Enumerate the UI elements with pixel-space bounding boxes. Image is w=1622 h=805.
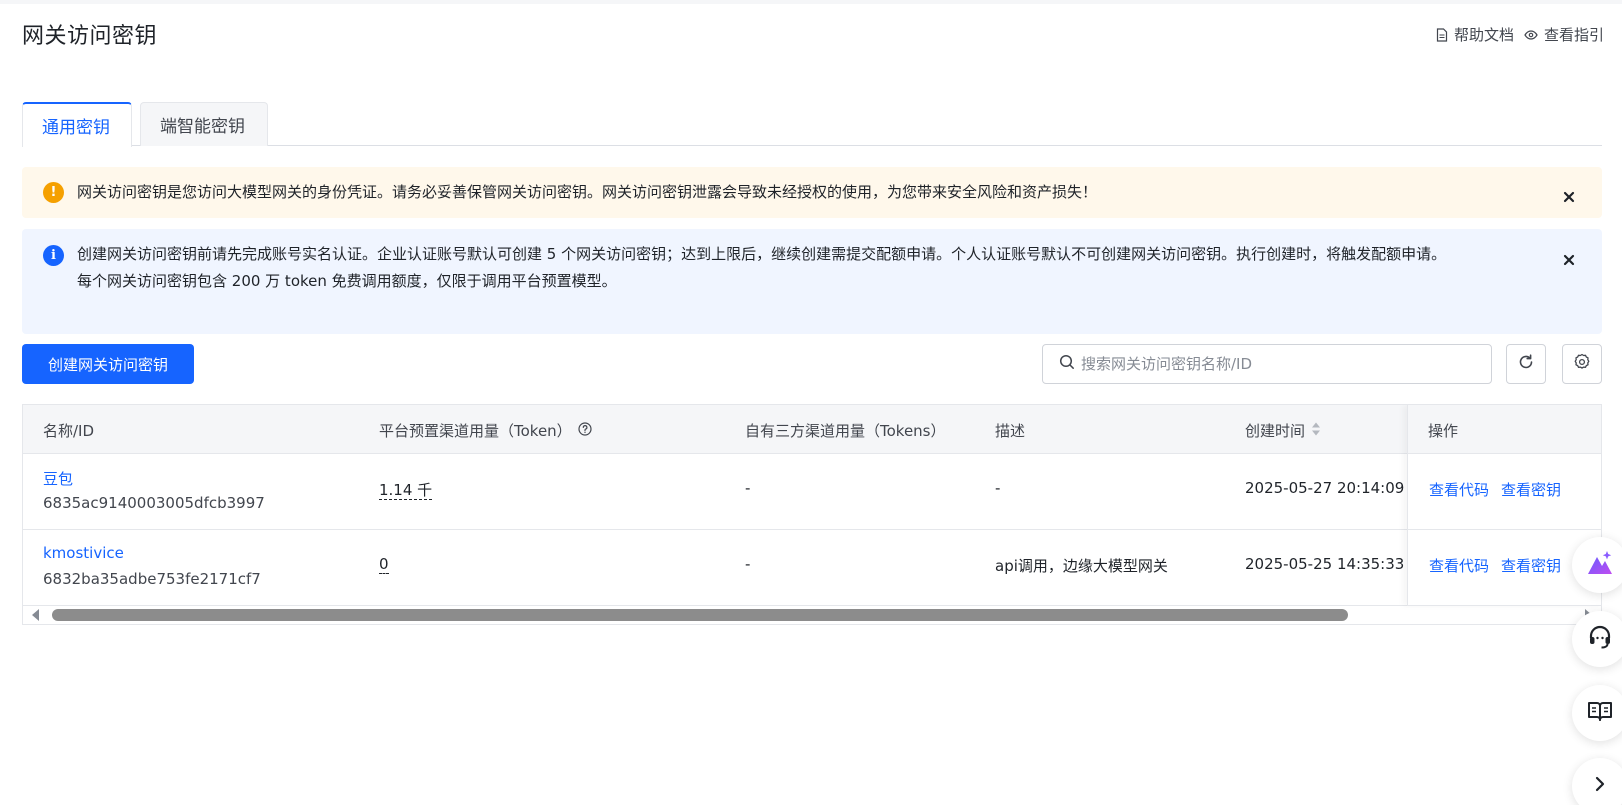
- column-header-third-party-usage: 自有三方渠道用量（Tokens）: [745, 420, 946, 441]
- settings-button[interactable]: [1562, 344, 1602, 384]
- row-key-id: 6835ac9140003005dfcb3997: [43, 494, 265, 512]
- column-header-name: 名称/ID: [43, 420, 94, 441]
- actions-column-shadow: 操作: [1407, 405, 1601, 606]
- tab-edge-ai-keys[interactable]: 端智能密钥: [140, 102, 268, 146]
- column-actions-label: 操作: [1428, 422, 1459, 440]
- book-icon: [1587, 700, 1613, 726]
- headset-icon: [1587, 624, 1613, 654]
- refresh-icon: [1517, 353, 1535, 375]
- tab-general-keys[interactable]: 通用密钥: [22, 102, 132, 147]
- keys-table: 名称/ID 平台预置渠道用量（Token） 自有三方渠道用量（Tokens） 描…: [22, 404, 1602, 625]
- column-third-party-usage-label: 自有三方渠道用量（Tokens）: [745, 422, 946, 440]
- row-third-party-usage: -: [745, 479, 751, 497]
- header-links: 帮助文档 查看指引: [1436, 24, 1604, 45]
- row-name-link[interactable]: kmostivice: [43, 544, 124, 562]
- row-name-link[interactable]: 豆包: [43, 468, 73, 489]
- key-name[interactable]: 豆包: [43, 470, 73, 488]
- info-icon: i: [43, 245, 64, 266]
- expand-panel-button[interactable]: [1572, 758, 1622, 805]
- info-alert-line1: 创建网关访问密钥前请先完成账号实名认证。企业认证账号默认可创建 5 个网关访问密…: [77, 245, 1447, 263]
- help-docs-label: 帮助文档: [1453, 26, 1514, 44]
- column-name-label: 名称/ID: [43, 422, 95, 440]
- column-header-actions: 操作: [1428, 420, 1458, 441]
- close-icon[interactable]: [1562, 186, 1576, 203]
- row-description: -: [995, 479, 1001, 497]
- gear-icon: [1573, 353, 1591, 375]
- view-guide-link[interactable]: 查看指引: [1524, 24, 1604, 45]
- warning-alert: ! 网关访问密钥是您访问大模型网关的身份凭证。请务必妥善保管网关访问密钥。网关访…: [22, 167, 1602, 218]
- top-divider: [0, 0, 1622, 4]
- row-key-id: 6832ba35adbe753fe2171cf7: [43, 570, 261, 588]
- create-key-button[interactable]: 创建网关访问密钥: [22, 344, 194, 384]
- row-created-at: 2025-05-25 14:35:33: [1245, 555, 1405, 573]
- key-name[interactable]: kmostivice: [43, 544, 124, 562]
- row-platform-usage[interactable]: 1.14 千: [379, 479, 433, 500]
- table-row: 豆包 6835ac9140003005dfcb3997 1.14 千 - - 2…: [23, 454, 1601, 530]
- exclamation-icon: !: [43, 182, 64, 203]
- close-icon[interactable]: [1562, 249, 1576, 266]
- row-platform-usage[interactable]: 0: [379, 555, 389, 574]
- document-icon: [1436, 27, 1448, 42]
- help-docs-link[interactable]: 帮助文档: [1436, 24, 1514, 45]
- search-icon: [1059, 354, 1075, 374]
- scrollbar-thumb[interactable]: [52, 609, 1348, 621]
- column-header-created-at[interactable]: 创建时间: [1245, 420, 1321, 441]
- search-box: [1042, 344, 1492, 384]
- column-created-at-label: 创建时间: [1245, 422, 1306, 440]
- table-header: 名称/ID 平台预置渠道用量（Token） 自有三方渠道用量（Tokens） 描…: [23, 405, 1601, 454]
- row-created-at: 2025-05-27 20:14:09: [1245, 479, 1405, 497]
- info-alert-text: 创建网关访问密钥前请先完成账号实名认证。企业认证账号默认可创建 5 个网关访问密…: [77, 241, 1538, 295]
- refresh-button[interactable]: [1506, 344, 1546, 384]
- info-alert-line2: 每个网关访问密钥包含 200 万 token 免费调用额度，仅限于调用平台预置模…: [77, 272, 617, 290]
- horizontal-scrollbar[interactable]: [22, 605, 1602, 625]
- column-platform-usage-label: 平台预置渠道用量（Token）: [379, 422, 572, 440]
- ai-assistant-button[interactable]: [1572, 537, 1622, 593]
- row-third-party-usage: -: [745, 555, 751, 573]
- row-description: api调用，边缘大模型网关: [995, 557, 1168, 575]
- sort-icon[interactable]: [1311, 421, 1321, 441]
- search-input[interactable]: [1081, 355, 1481, 373]
- column-description-label: 描述: [995, 422, 1026, 440]
- view-guide-label: 查看指引: [1543, 26, 1604, 44]
- tab-bar: 通用密钥 端智能密钥: [22, 100, 1602, 147]
- help-circle-icon[interactable]: [578, 421, 592, 440]
- page-title: 网关访问密钥: [22, 24, 158, 49]
- platform-usage-value[interactable]: 0: [379, 555, 389, 574]
- scroll-left-arrow-icon[interactable]: [32, 609, 39, 621]
- ai-assistant-icon: [1585, 549, 1615, 581]
- platform-usage-value[interactable]: 1.14 千: [379, 481, 433, 500]
- chevron-right-icon: [1594, 776, 1606, 796]
- column-header-platform-usage: 平台预置渠道用量（Token）: [379, 420, 592, 441]
- eye-icon: [1524, 29, 1538, 40]
- customer-support-button[interactable]: [1572, 611, 1622, 667]
- info-alert: i 创建网关访问密钥前请先完成账号实名认证。企业认证账号默认可创建 5 个网关访…: [22, 229, 1602, 334]
- documentation-button[interactable]: [1572, 685, 1622, 741]
- warning-alert-text: 网关访问密钥是您访问大模型网关的身份凭证。请务必妥善保管网关访问密钥。网关访问密…: [77, 183, 1098, 201]
- table-row: kmostivice 6832ba35adbe753fe2171cf7 0 - …: [23, 530, 1601, 606]
- column-header-description: 描述: [995, 420, 1025, 441]
